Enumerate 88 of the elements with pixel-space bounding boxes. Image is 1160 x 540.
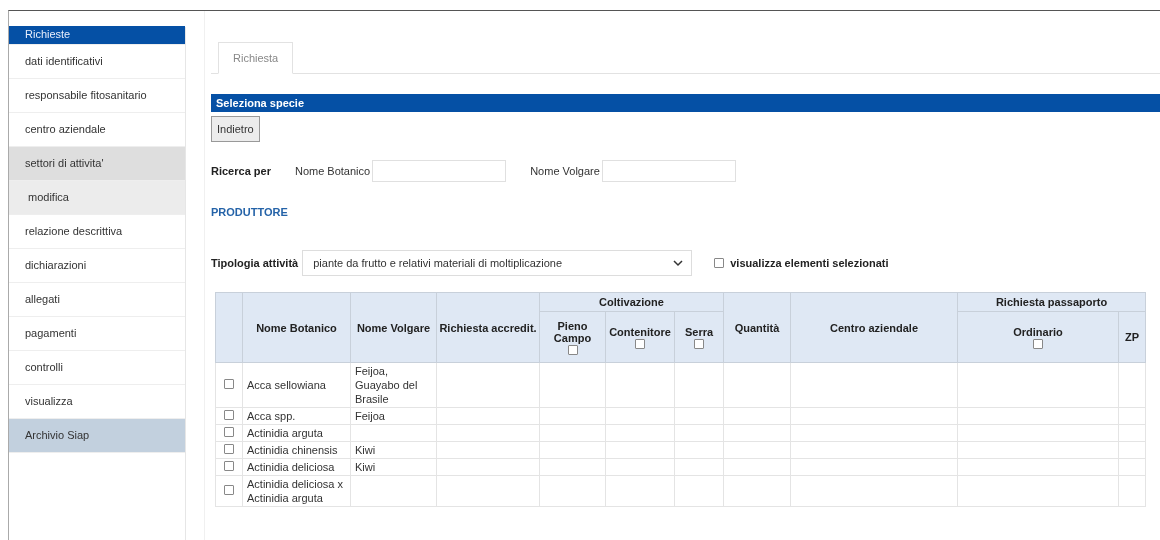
header-label: Ordinario — [1012, 325, 1064, 338]
table-cell — [539, 424, 606, 442]
table-cell — [1118, 441, 1146, 459]
input-field[interactable] — [601, 160, 736, 182]
sidebar-item[interactable]: dati identificativi — [9, 45, 185, 79]
table-cell — [539, 458, 606, 476]
table-cell — [605, 458, 675, 476]
field-label: Nome Volgare — [530, 165, 600, 177]
table-cell — [1118, 424, 1146, 442]
checkbox[interactable] — [224, 461, 234, 471]
sidebar-subitem[interactable]: modifica — [9, 181, 185, 215]
table-cell — [723, 362, 791, 408]
sidebar-item[interactable]: relazione descrittiva — [9, 215, 185, 249]
header-cell — [215, 292, 243, 363]
checkbox[interactable] — [224, 444, 234, 454]
sidebar-item[interactable]: Richieste — [9, 26, 185, 45]
table-cell — [605, 475, 675, 507]
checkbox[interactable] — [224, 485, 234, 495]
table-cell — [674, 407, 724, 425]
activity-dropdown[interactable]: piante da frutto e relativi materiali di moltiplicazione — [302, 250, 693, 276]
checkbox-label: visualizza elementi selezionati — [730, 257, 889, 269]
back-button[interactable]: Indietro — [211, 116, 260, 142]
sidebar-item[interactable]: allegati — [9, 283, 185, 317]
column-header: Nome Botanico — [242, 292, 351, 363]
table-cell — [674, 441, 724, 459]
sidebar-item[interactable]: dichiarazioni — [9, 249, 185, 283]
table-cell — [605, 362, 675, 408]
table-cell — [605, 441, 675, 459]
column-header: Nome Volgare — [350, 292, 437, 363]
table-cell — [539, 475, 606, 507]
table-cell: Kiwi — [350, 441, 437, 459]
table-cell: Actinidia deliciosa x Actinidia arguta — [242, 475, 351, 507]
table-cell — [605, 407, 675, 425]
table-cell: Actinidia arguta — [242, 424, 351, 442]
table-cell — [674, 475, 724, 507]
column-header: Quantità — [723, 292, 791, 363]
checkbox[interactable] — [714, 258, 725, 268]
table-cell — [539, 362, 606, 408]
checkbox[interactable] — [224, 427, 234, 437]
column-header: Coltivazione — [539, 292, 724, 312]
table-cell — [1118, 407, 1146, 425]
table-cell: Feijoa, Guayabo del Brasile — [350, 362, 437, 408]
table-cell — [605, 424, 675, 442]
field-label: Nome Botanico — [294, 165, 371, 177]
table-cell: Actinidia chinensis — [242, 441, 351, 459]
sidebar-item[interactable]: settori di attivita' — [9, 147, 185, 181]
table-cell — [723, 458, 791, 476]
table-cell — [723, 441, 791, 459]
table-cell — [1118, 475, 1146, 507]
input-field[interactable] — [372, 160, 507, 182]
table-cell — [674, 362, 724, 408]
search-label: Ricerca per — [211, 165, 271, 177]
sidebar-item[interactable]: Archivio Siap — [9, 419, 185, 453]
table-cell: Kiwi — [350, 458, 437, 476]
sidebar-item[interactable]: responsabile fitosanitario — [9, 79, 185, 113]
table-cell: Actinidia deliciosa — [242, 458, 351, 476]
table-cell — [1118, 362, 1146, 408]
table-cell — [723, 475, 791, 507]
table-cell — [539, 407, 606, 425]
table-cell — [723, 407, 791, 425]
sidebar-item[interactable]: pagamenti — [9, 317, 185, 351]
tab[interactable]: Richiesta — [218, 42, 294, 74]
section-header: Seleziona specie — [211, 94, 1160, 112]
header-label: Serra — [683, 325, 715, 338]
chevron-down-icon — [673, 259, 684, 267]
table-cell — [1118, 458, 1146, 476]
header-label: ZP — [1123, 331, 1141, 343]
column-header: Richiesta passaporto — [957, 292, 1146, 312]
checkbox[interactable] — [567, 344, 578, 355]
header-label: Contenitore — [608, 325, 672, 338]
table-cell — [674, 424, 724, 442]
table-cell: Acca spp. — [242, 407, 351, 425]
field-label: Tipologia attività — [211, 257, 299, 269]
table-cell — [674, 458, 724, 476]
table-cell — [723, 424, 791, 442]
table-cell: Feijoa — [350, 407, 437, 425]
section-heading: PRODUTTORE — [211, 206, 289, 218]
table-cell: Acca sellowiana — [242, 362, 351, 408]
checkbox[interactable] — [224, 410, 234, 420]
checkbox[interactable] — [635, 338, 645, 349]
sidebar-item[interactable]: controlli — [9, 351, 185, 385]
header-label: Pieno Campo — [552, 319, 593, 344]
column-header: Richiesta accredit. — [436, 292, 540, 363]
column-header: Centro aziendale — [790, 292, 958, 363]
checkbox[interactable] — [694, 338, 704, 349]
checkbox[interactable] — [1033, 338, 1043, 349]
table-cell — [539, 441, 606, 459]
checkbox[interactable] — [224, 379, 234, 389]
